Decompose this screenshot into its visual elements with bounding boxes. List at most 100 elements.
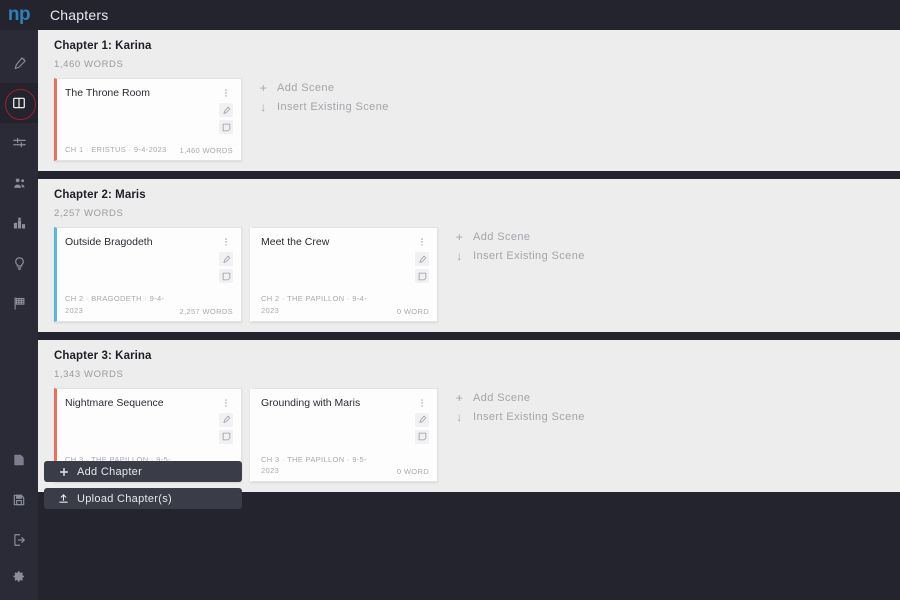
scene-card-footer: CH 2 · BRAGODETH · 9-4-2023 2,257 WORDS [65,293,233,316]
scene-note-icon[interactable] [415,269,429,284]
export-icon [12,533,26,547]
upload-icon [58,493,69,504]
insert-existing-scene-label: Insert Existing Scene [277,101,389,113]
scene-note-icon[interactable] [415,429,429,444]
add-scene-button[interactable]: + Add Scene [258,82,389,94]
insert-existing-scene-label: Insert Existing Scene [473,250,585,263]
insert-existing-scene-button[interactable]: ↓ Insert Existing Scene [454,411,585,423]
scene-card[interactable]: Outside Bragodeth CH 2 · BRAGODETH · 9-4… [54,227,242,322]
sidebar-item-ideas[interactable] [0,243,38,283]
plus-icon: + [455,390,464,405]
scene-word-count: 0 WORD [396,467,429,477]
sidebar-item-characters[interactable] [0,163,38,203]
more-options-icon[interactable] [415,396,429,410]
scene-card-footer: CH 1 · ERISTUS · 9-4-2023 1,460 WORDS [65,144,233,155]
edit-scene-icon[interactable] [415,252,429,267]
app-root: np Chapters Chapter 1: Karina 1,460 WORD… [0,0,900,600]
plus-icon: + [455,230,464,245]
chapter-word-count: 1,343 WORDS [54,368,124,380]
top-header-bar: Chapters [38,0,900,30]
settings-icon [12,570,26,583]
scene-meta: CH 2 · THE PAPILLON · 9-4-2023 [261,294,367,315]
app-logo[interactable]: np [0,0,38,30]
scene-word-count: 1,460 WORDS [179,146,233,156]
write-icon [12,56,27,71]
scene-note-icon[interactable] [219,269,233,284]
insert-existing-scene-button[interactable]: ↓ Insert Existing Scene [258,101,389,113]
scene-row: Outside Bragodeth CH 2 · BRAGODETH · 9-4… [54,227,900,332]
scene-card[interactable]: The Throne Room CH 1 · ERISTUS · 9-4-202… [54,78,242,162]
insert-existing-scene-button[interactable]: ↓ Insert Existing Scene [454,250,585,262]
arrow-down-icon: ↓ [456,409,463,424]
scene-title: Nightmare Sequence [65,396,164,409]
page-title: Chapters [50,7,109,23]
arrow-down-icon: ↓ [260,100,267,114]
scene-card-head: Nightmare Sequence [65,396,233,444]
scene-word-count: 2,257 WORDS [179,306,233,316]
sidebar-item-goals[interactable] [0,283,38,323]
chapter-title: Chapter 3: Karina [54,349,152,362]
scene-title: Meet the Crew [261,236,330,249]
insert-existing-scene-label: Insert Existing Scene [473,410,585,423]
scene-card-actions [415,235,429,284]
more-options-icon[interactable] [219,235,233,249]
sidebar-item-notes[interactable] [0,440,38,480]
notes-icon [12,453,26,467]
chapter-band: Chapter 2: Maris 2,257 WORDS Outside Bra… [38,179,900,332]
scene-card-actions [219,86,233,134]
goals-icon [12,296,27,311]
scene-card-head: Meet the Crew [261,235,429,284]
add-chapter-label: Add Chapter [77,465,143,478]
add-scene-label: Add Scene [473,231,531,244]
scene-card-actions [219,396,233,444]
scene-card-actions [219,235,233,284]
chapter-word-count: 2,257 WORDS [54,208,124,220]
chapter-title: Chapter 2: Maris [54,189,146,202]
sidebar-item-export[interactable] [0,520,38,560]
upload-chapters-label: Upload Chapter(s) [77,492,172,505]
scene-note-icon[interactable] [219,120,233,134]
sidebar-item-outline[interactable] [0,123,38,163]
sidebar-item-settings[interactable] [0,560,38,600]
chapters-list: Chapter 1: Karina 1,460 WORDS The Throne… [38,30,900,500]
scene-note-icon[interactable] [219,429,233,444]
add-chapter-button[interactable]: Add Chapter [44,461,242,482]
scene-card-head: The Throne Room [65,86,233,134]
edit-scene-icon[interactable] [219,252,233,267]
scene-title: Outside Bragodeth [65,236,153,249]
plus-icon: + [259,81,268,95]
scene-link-group: + Add Scene ↓ Insert Existing Scene [446,388,585,423]
more-options-icon[interactable] [219,396,233,410]
scene-card-head: Outside Bragodeth [65,235,233,284]
more-options-icon[interactable] [415,235,429,249]
sidebar-item-chapters[interactable] [0,83,38,123]
chapter-band: Chapter 1: Karina 1,460 WORDS The Throne… [38,30,900,172]
scene-meta: CH 1 · ERISTUS · 9-4-2023 [65,145,167,154]
sidebar-item-write[interactable] [0,43,38,83]
ideas-icon [12,256,27,271]
chapter-title: Chapter 1: Karina [54,40,152,52]
scene-card[interactable]: Grounding with Maris CH 3 · THE PAPILLON… [250,387,438,483]
chapter-word-count: 1,460 WORDS [54,59,124,70]
add-scene-label: Add Scene [473,391,531,404]
upload-chapters-button[interactable]: Upload Chapter(s) [44,488,242,509]
edit-scene-icon[interactable] [219,412,233,427]
add-scene-button[interactable]: + Add Scene [454,231,585,243]
sidebar-item-save[interactable] [0,480,38,520]
scene-card-footer: CH 3 · THE PAPILLON · 9-5-2023 0 WORD [261,454,429,477]
scene-meta: CH 3 · THE PAPILLON · 9-5-2023 [261,454,367,475]
scene-card-footer: CH 2 · THE PAPILLON · 9-4-2023 0 WORD [261,293,429,316]
scene-link-group: + Add Scene ↓ Insert Existing Scene [250,78,389,113]
edit-scene-icon[interactable] [219,103,233,117]
more-options-icon[interactable] [219,86,233,100]
edit-scene-icon[interactable] [415,412,429,427]
scene-card[interactable]: Meet the Crew CH 2 · THE PAPILLON · 9-4-… [250,227,438,322]
characters-icon [12,176,27,191]
scene-meta: CH 2 · BRAGODETH · 9-4-2023 [65,294,165,315]
locations-icon [12,216,27,231]
add-scene-button[interactable]: + Add Scene [454,392,585,404]
save-icon [12,493,26,507]
outline-icon [12,136,27,151]
sidebar-item-locations[interactable] [0,203,38,243]
left-nav-rail: np [0,0,38,600]
